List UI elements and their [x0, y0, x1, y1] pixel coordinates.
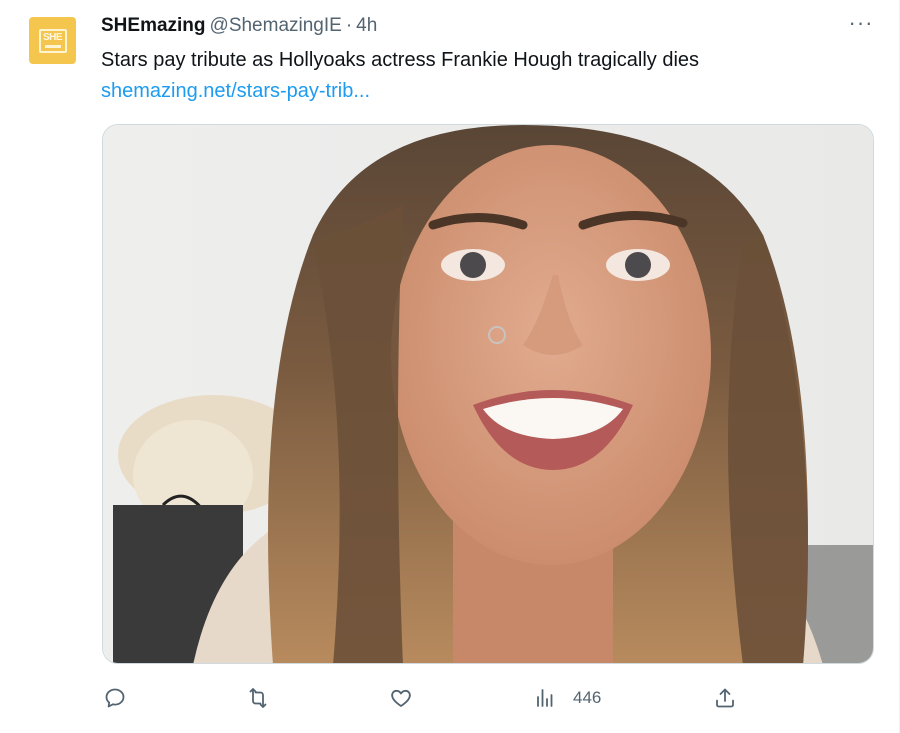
analytics-icon — [537, 689, 553, 707]
logo-bar — [44, 45, 61, 48]
tweet-text: Stars pay tribute as Hollyoaks actress F… — [101, 49, 700, 71]
tweet-timestamp[interactable]: 4h — [356, 15, 377, 36]
retweet-icon — [249, 688, 267, 708]
avatar-logo-text: SHE — [42, 32, 63, 43]
header-separator: · — [345, 15, 353, 36]
views-button[interactable]: 446 — [533, 680, 601, 716]
author-handle[interactable]: @ShemazingIE — [210, 15, 342, 36]
action-bar: 446 — [0, 680, 900, 716]
tweet-photo[interactable] — [102, 124, 874, 664]
tweet-link[interactable]: shemazing.net/stars-pay-trib... — [101, 78, 370, 104]
tweet-header: SHEmazing @ShemazingIE · 4h — [101, 13, 377, 39]
photo-illustration — [103, 125, 873, 663]
tweet-card[interactable]: SHE SHEmazing @ShemazingIE · 4h ··· Stars p… — [0, 0, 900, 733]
author-name[interactable]: SHEmazing — [101, 15, 206, 36]
share-icon — [716, 688, 734, 708]
more-options-button[interactable]: ··· — [848, 12, 874, 38]
reply-icon — [105, 688, 125, 708]
avatar[interactable]: SHE — [29, 17, 76, 64]
share-button[interactable] — [713, 680, 737, 716]
views-count: 446 — [573, 688, 602, 707]
retweet-button[interactable] — [246, 680, 270, 716]
heart-icon — [391, 689, 411, 707]
reply-button[interactable] — [103, 680, 127, 716]
like-button[interactable] — [389, 680, 413, 716]
shemazing-logo: SHE — [38, 28, 67, 53]
